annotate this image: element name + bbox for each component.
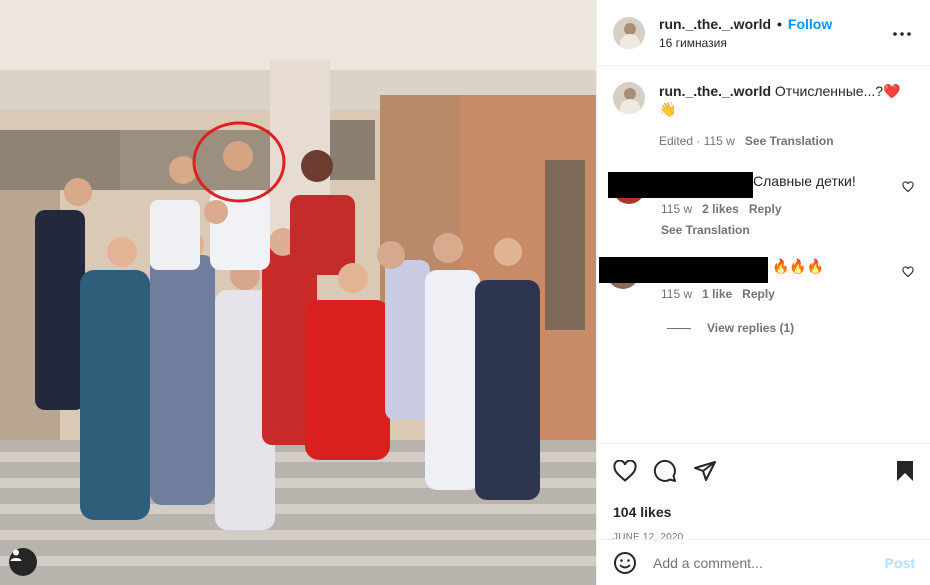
- post-photo[interactable]: [0, 0, 596, 585]
- comment-text: Славные детки!: [753, 173, 856, 189]
- edited-label: Edited: [659, 134, 694, 148]
- post-actions: 104 likes JUNE 12, 2020: [597, 443, 930, 543]
- redaction-bar: [599, 257, 768, 283]
- caption-username[interactable]: run._.the._.world: [659, 83, 771, 99]
- caption-see-translation[interactable]: See Translation: [745, 132, 834, 150]
- tagged-users-button[interactable]: [9, 548, 37, 576]
- like-comment-heart-icon[interactable]: [902, 265, 914, 283]
- comment-text: 🔥🔥🔥: [772, 258, 825, 274]
- saved-bookmark-icon[interactable]: [895, 460, 915, 482]
- replies-divider: [667, 327, 691, 329]
- comment-composer: Add a comment... Post: [597, 539, 930, 585]
- author-username[interactable]: run._.the._.world: [659, 16, 771, 32]
- redaction-bar: [608, 172, 753, 198]
- author-avatar[interactable]: [613, 16, 645, 49]
- share-paper-plane-icon[interactable]: [693, 460, 717, 482]
- comment-age: 115 w: [661, 287, 693, 301]
- emoji-icon[interactable]: [613, 551, 637, 575]
- like-comment-heart-icon[interactable]: [902, 180, 914, 198]
- group-photo-illustration: [0, 0, 596, 585]
- likes-count[interactable]: 104 likes: [613, 504, 915, 520]
- like-heart-icon[interactable]: [613, 460, 637, 482]
- separator-dot: •: [777, 15, 782, 32]
- instagram-post-view: run._.the._.world • Follow 16 гимназия r…: [0, 0, 930, 585]
- reply-button[interactable]: Reply: [742, 285, 775, 303]
- comment: 🔥🔥🔥 115 w 1 like Reply: [599, 257, 914, 303]
- comment-input[interactable]: Add a comment...: [653, 555, 885, 571]
- post-comment-button[interactable]: Post: [885, 555, 915, 571]
- comments-section: run._.the._.world Отчисленные...?❤️👋 Edi…: [597, 66, 930, 443]
- caption-avatar[interactable]: [613, 82, 645, 114]
- reply-button[interactable]: Reply: [749, 200, 782, 218]
- comment-see-translation[interactable]: See Translation: [661, 221, 856, 239]
- comment-age: 115 w: [661, 202, 693, 216]
- post-details-panel: run._.the._.world • Follow 16 гимназия r…: [596, 0, 930, 585]
- follow-button[interactable]: Follow: [788, 16, 832, 32]
- comment-likes[interactable]: 1 like: [702, 285, 732, 303]
- comment: Славные детки! 115 w 2 likes Reply See T…: [608, 172, 914, 239]
- more-options-icon[interactable]: [892, 24, 912, 42]
- view-replies-label[interactable]: View replies (1): [707, 321, 794, 335]
- user-icon: [10, 549, 22, 561]
- comment-bubble-icon[interactable]: [653, 459, 677, 483]
- caption: run._.the._.world Отчисленные...?❤️👋 Edi…: [613, 82, 914, 150]
- caption-age: 115 w: [703, 134, 735, 148]
- post-header: run._.the._.world • Follow 16 гимназия: [597, 0, 930, 66]
- location-link[interactable]: 16 гимназия: [659, 36, 832, 50]
- view-replies-button[interactable]: View replies (1): [667, 321, 914, 335]
- comment-likes[interactable]: 2 likes: [702, 200, 739, 218]
